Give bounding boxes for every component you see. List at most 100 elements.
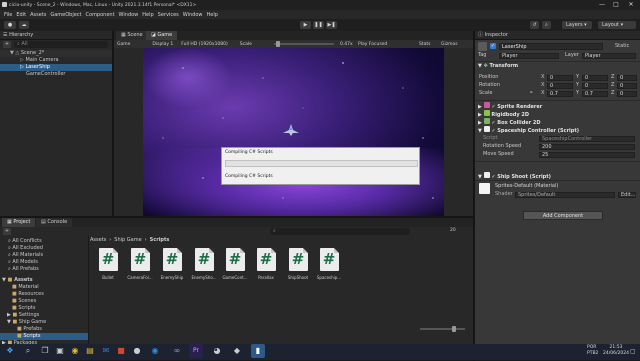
visual-studio-icon[interactable]: ∞ [170,344,184,358]
windows-start-icon[interactable]: ❖ [3,344,17,358]
account-button[interactable]: ● [4,21,16,29]
tab-scene[interactable]: ▦ Scene [116,31,148,40]
edge-icon[interactable]: ◕ [210,344,224,358]
menu-services[interactable]: Services [158,12,179,18]
menu-help-1[interactable]: Help [142,12,153,18]
component-spaceship-controller[interactable]: ▼ ✓ Spaceship Controller (Script) [478,126,640,134]
tab-console[interactable]: ▤ Console [36,218,73,227]
menu-file[interactable]: File [4,12,12,18]
favorite-all-materials[interactable]: ⌕ All Materials [8,252,43,259]
favorite-all-prefabs[interactable]: ⌕ All Prefabs [8,266,39,273]
play-focused-dropdown[interactable]: Play Focused [358,42,387,47]
notifications-icon[interactable]: ▢ [630,348,636,355]
task-view-icon[interactable]: ❐ [38,344,52,358]
rotation-z[interactable]: 0 [617,83,637,89]
display-dropdown[interactable]: Display 1 [152,42,173,47]
chrome-icon[interactable]: ◉ [68,344,82,358]
move-speed-field[interactable]: 25 [539,152,635,158]
icon-size-slider[interactable] [420,328,465,330]
pause-button[interactable]: ❚❚ [313,21,324,29]
breadcrumb-assets[interactable]: Assets [90,237,106,243]
premiere-icon[interactable]: Pr [189,344,203,358]
position-x[interactable]: 0 [547,75,573,81]
menu-window-1[interactable]: Window [119,12,139,18]
unity-taskbar-icon[interactable]: ◆ [230,344,244,358]
layers-dropdown[interactable]: Layers ▾ [562,21,592,29]
tree-settings[interactable]: ▶ ■ Settings [7,312,39,319]
file-item[interactable]: # CameraFol... [125,248,155,280]
tree-ship-scripts[interactable]: ■ Scripts [0,333,88,340]
file-explorer-icon[interactable]: ▤ [83,344,97,358]
tree-material[interactable]: ■ Material [12,284,39,291]
app-blue-icon[interactable]: ◉ [148,344,162,358]
resolution-dropdown[interactable]: Full HD (1920x1080) [181,42,227,47]
hierarchy-item-gamecontroller[interactable]: GameController [0,71,112,78]
tree-scenes[interactable]: ■ Scenes [12,298,36,305]
rotation-y[interactable]: 0 [582,83,608,89]
project-add-button[interactable]: + [3,228,11,235]
favorite-all-excluded[interactable]: ⌕ All Excluded [8,245,43,252]
scale-x[interactable]: 0.7 [547,91,573,97]
component-ship-shoot[interactable]: ▼ ✓ Ship Shoot (Script) [478,172,640,180]
step-button[interactable]: ▶❚ [326,21,337,29]
app-icon[interactable]: ● [130,344,144,358]
tag-dropdown[interactable]: Player [499,53,559,59]
file-item[interactable]: # GameCont... [220,248,250,280]
menu-component[interactable]: Component [86,12,115,18]
store-icon[interactable]: ▣ [53,344,67,358]
menu-gameobject[interactable]: GameObject [50,12,81,18]
breadcrumb-scripts[interactable]: Scripts [150,237,170,243]
favorite-all-models[interactable]: ⌕ All Models [8,259,38,266]
tree-resources[interactable]: ■ Resources [12,291,44,298]
gizmos-dropdown[interactable]: Gizmos [441,42,458,47]
position-y[interactable]: 0 [582,75,608,81]
object-name-field[interactable]: LaserShip [499,43,603,50]
rotation-x[interactable]: 0 [547,83,573,89]
hierarchy-search-input[interactable]: ⌕ All [14,41,108,48]
rotation-speed-field[interactable]: 200 [539,144,635,150]
file-item[interactable]: # Parallax [251,248,281,280]
mail-icon[interactable]: ✉ [99,344,113,358]
tab-project[interactable]: ▦ Project [2,218,36,227]
unity-editor-taskbar-icon[interactable]: ▮ [251,344,265,358]
shader-dropdown[interactable]: Sprites/Default [515,192,615,198]
menu-assets[interactable]: Assets [30,12,46,18]
menu-help-2[interactable]: Help [206,12,217,18]
layout-dropdown[interactable]: Layout ▾ [598,21,636,29]
breadcrumb-ship-game[interactable]: Ship Game [114,237,141,243]
component-sprite-renderer[interactable]: ▶ ✓ Sprite Renderer [478,102,640,110]
office-icon[interactable]: ■ [114,344,128,358]
active-checkbox[interactable]: ✓ [490,43,496,49]
component-box-collider-2d[interactable]: ▶ ✓ Box Collider 2D [478,118,640,126]
file-item[interactable]: # Spaceship... [314,248,344,280]
tree-scripts[interactable]: ■ Scripts [12,305,35,312]
search-taskbar-icon[interactable]: ⌕ [21,344,35,358]
tree-ship-game[interactable]: ▼ ■ Ship Game [7,319,46,326]
maximize-button[interactable]: □ [610,0,622,10]
tree-prefabs[interactable]: ■ Prefabs [17,326,42,333]
minimize-button[interactable]: — [596,0,608,10]
menu-edit[interactable]: Edit [16,12,26,18]
icon-size-slider-handle[interactable] [452,326,456,332]
favorite-all-conflicts[interactable]: ⌕ All Conflicts [8,238,42,245]
play-button[interactable]: ▶ [300,21,311,29]
component-rigidbody-2d[interactable]: ▶ Rigidbody 2D [478,110,640,118]
scale-slider-handle[interactable] [276,41,280,47]
game-view-dropdown[interactable]: Game [117,42,130,47]
project-search-input[interactable]: ⌕ [270,228,410,235]
menu-window-2[interactable]: Window [183,12,203,18]
link-scale-icon[interactable]: ⚭ [529,90,533,97]
file-item[interactable]: # EnemySho... [189,248,219,280]
material-name[interactable]: Sprites-Default (Material) [495,183,558,190]
scale-y[interactable]: 0.7 [582,91,608,97]
scale-slider[interactable] [274,43,334,45]
game-viewport[interactable] [143,48,444,216]
file-item[interactable]: # Bullet [93,248,123,280]
layer-dropdown[interactable]: Player [582,53,636,59]
file-item[interactable]: # ShipShoot [283,248,313,280]
history-icon[interactable]: ↺ [530,21,539,29]
language-indicator[interactable]: POR PTB2 [587,345,598,357]
static-toggle[interactable]: Static [615,43,637,50]
transform-header[interactable]: ▼ ✥ Transform [478,63,640,70]
file-item[interactable]: # EnemyShip [157,248,187,280]
